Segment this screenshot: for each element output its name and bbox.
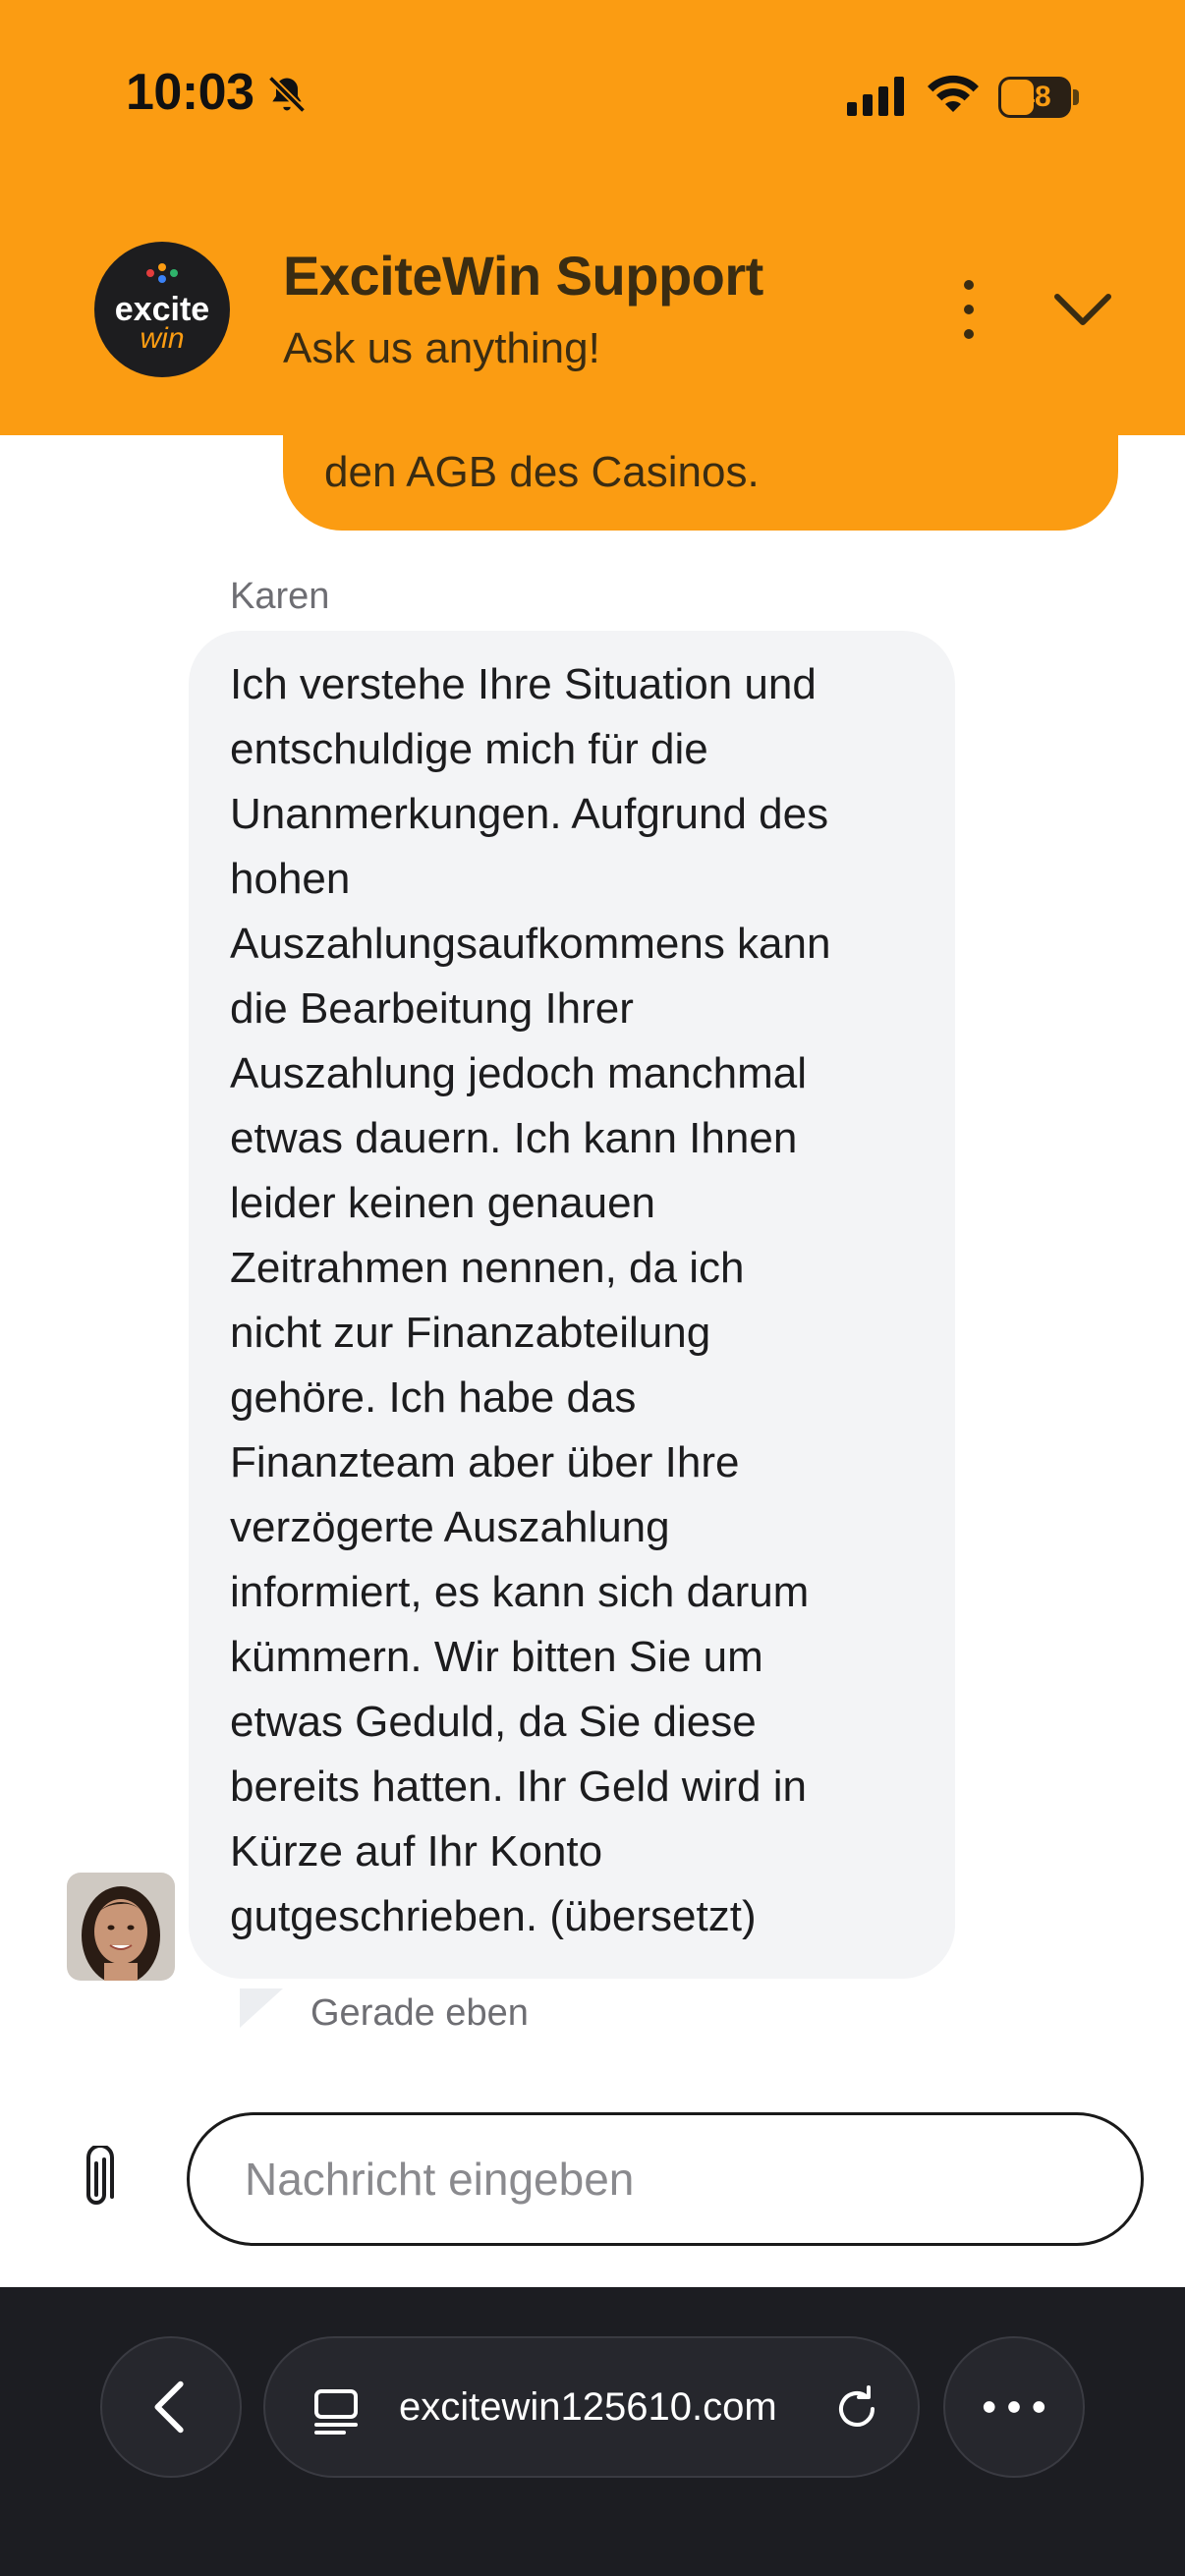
message-line: Auszahlung jedoch manchmal [230,1049,808,1097]
chat-header: 10:03 48 excite win ExciteWin Support As… [0,0,1185,435]
back-icon [154,2380,184,2434]
message-line: etwas Geduld, da Sie diese [230,1698,757,1746]
more-vertical-icon[interactable] [949,275,988,344]
message-line: Kürze auf Ihr Konto [230,1827,603,1876]
message-line: leider keinen genauen [230,1179,656,1227]
message-line: bereits hatten. Ihr Geld wird in [230,1763,807,1811]
chevron-down-icon[interactable] [1047,285,1118,332]
agent-message-bubble: Ich verstehe Ihre Situation und entschuld… [189,631,955,1979]
signal-icon [847,77,904,116]
message-line: gehöre. Ich habe das [230,1373,637,1422]
agent-avatar [67,1873,175,1981]
battery-icon: 48 [998,77,1079,118]
more-button[interactable] [943,2336,1085,2478]
chat-title: ExciteWin Support [283,245,763,307]
message-line: hohen [230,855,351,903]
wifi-icon [928,75,979,112]
message-line: Auszahlungsaufkommens kann [230,920,831,968]
message-line: nicht zur Finanzabteilung [230,1309,711,1357]
message-line: etwas dauern. Ich kann Ihnen [230,1114,798,1162]
logo-sub: win [140,322,185,355]
message-line: informiert, es kann sich darum [230,1568,810,1616]
message-line: die Bearbeitung Ihrer [230,984,634,1033]
battery-level: 48 [1018,81,1051,113]
bell-slash-icon [267,75,307,114]
address-bar[interactable]: excitewin125610.com [263,2336,920,2478]
back-button[interactable] [100,2336,242,2478]
message-line: kümmern. Wir bitten Sie um [230,1633,763,1681]
message-line: Ich verstehe Ihre Situation und [230,660,817,708]
tab-icon [314,2389,358,2435]
message-line: verzögerte Auszahlung [230,1503,670,1551]
agent-name: Karen [230,576,330,617]
message-line: Zeitrahmen nennen, da ich [230,1244,745,1292]
more-horizontal-icon [983,2401,1045,2413]
message-line: Unanmerkungen. Aufgrund des [230,790,829,838]
browser-toolbar: excitewin125610.com [0,2287,1185,2576]
bubble-tail [240,1988,283,2028]
user-message-bubble: den AGB des Casinos. [283,413,1118,531]
chat-subtitle: Ask us anything! [283,324,600,372]
url-text: excitewin125610.com [399,2385,777,2429]
paperclip-icon[interactable] [75,2146,118,2214]
message-line: gutgeschrieben. (übersetzt) [230,1892,757,1940]
brand-logo: excite win [94,242,230,377]
message-timestamp: Gerade eben [310,1992,529,2034]
status-time: 10:03 [126,64,254,121]
message-line: entschuldige mich für die [230,725,708,773]
message-line: Finanzteam aber über Ihre [230,1438,740,1486]
user-message-text: den AGB des Casinos. [324,448,760,496]
reload-icon[interactable] [829,2381,884,2436]
message-input[interactable] [187,2112,1144,2246]
